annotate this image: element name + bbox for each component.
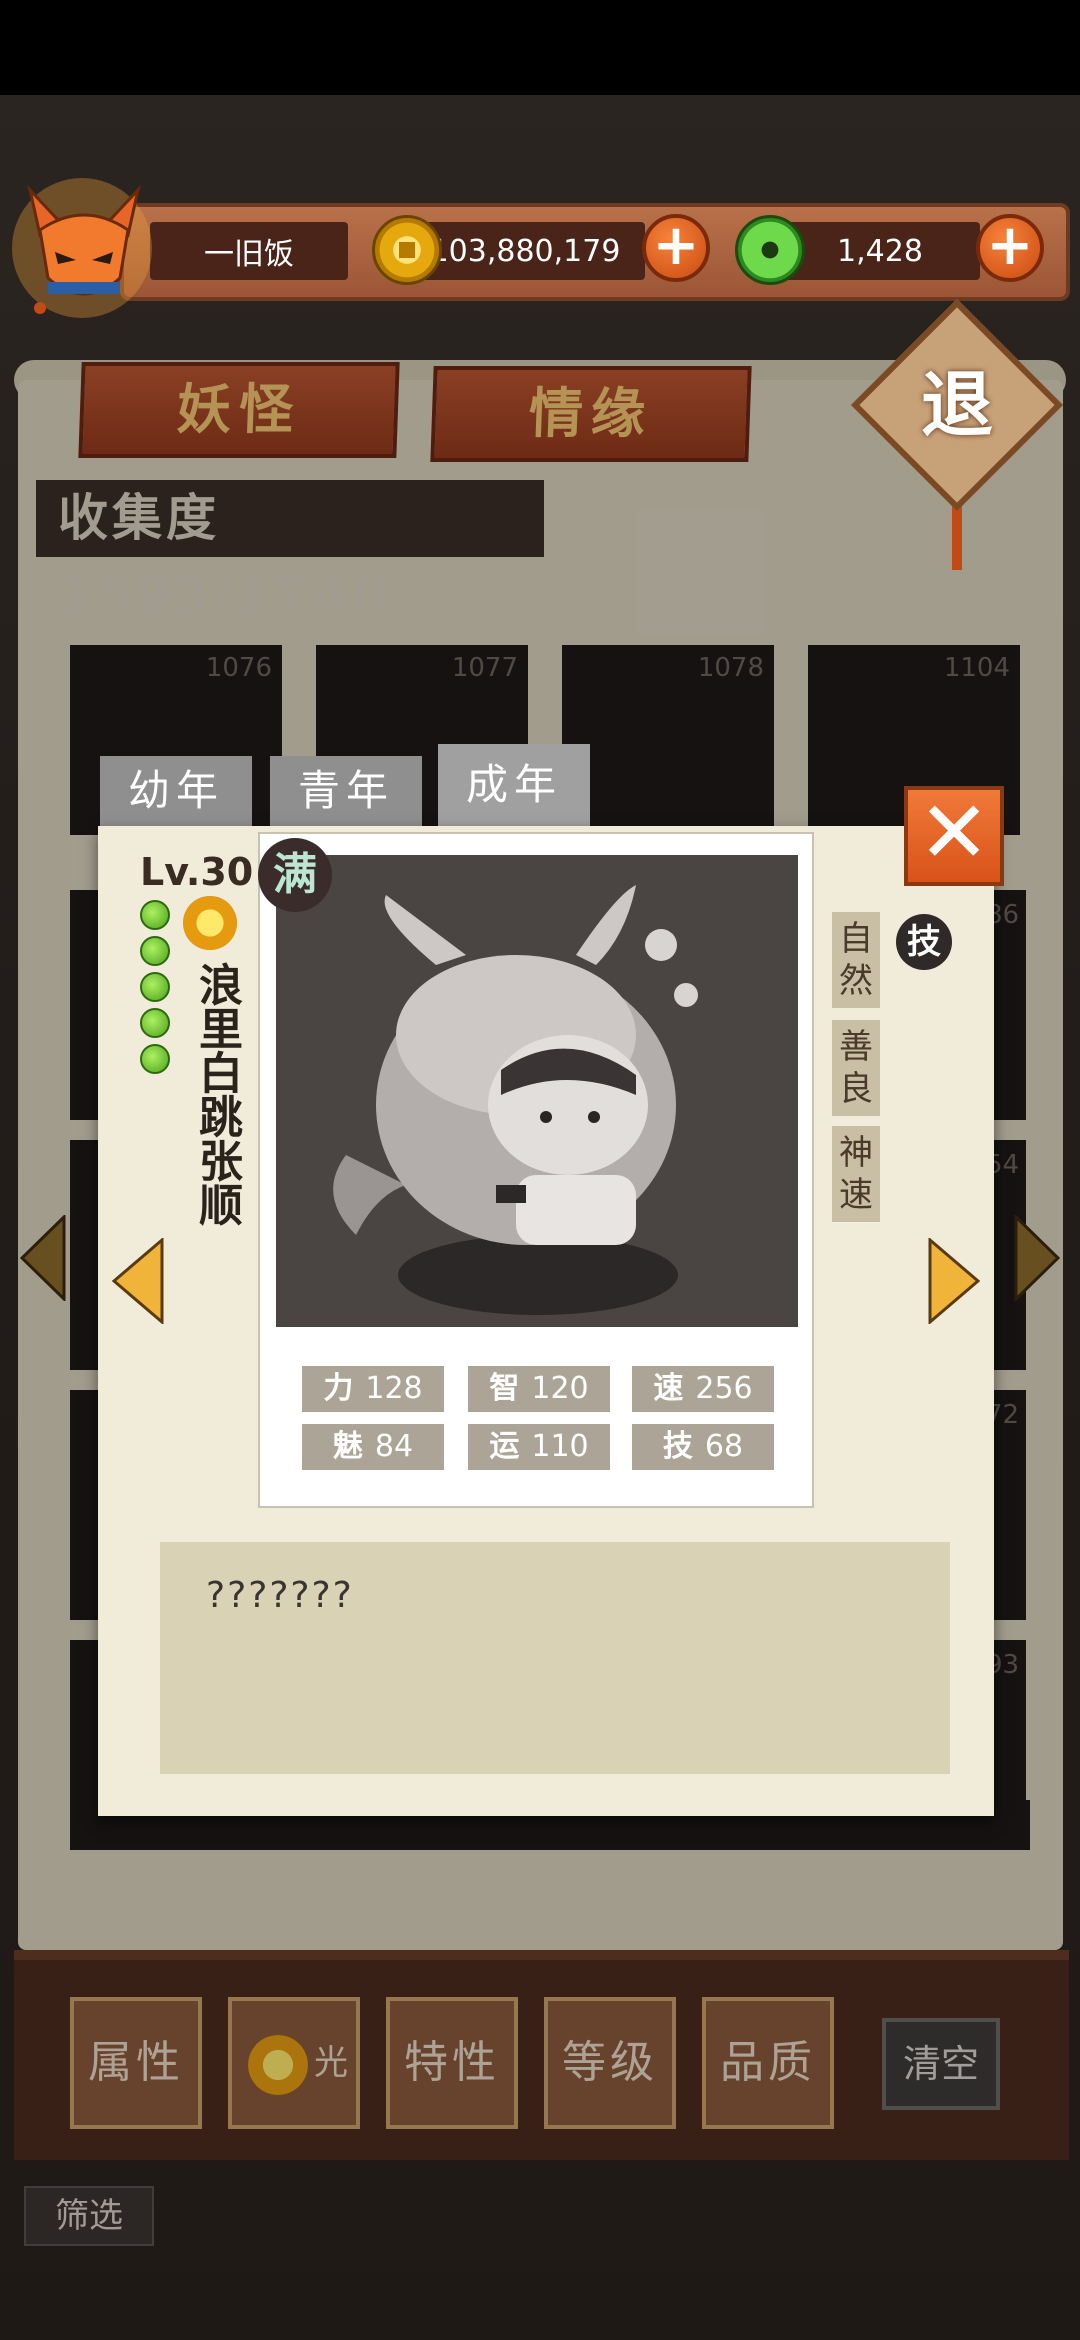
stat-value: 256 (695, 1371, 753, 1406)
stat-luck: 运 110 (468, 1424, 610, 1470)
coin-icon (372, 215, 442, 285)
monster-description: ??????? (206, 1575, 354, 1616)
stat-key: 魅 (332, 1429, 363, 1464)
skill-badge[interactable]: 技 (896, 914, 952, 970)
stat-value: 110 (531, 1429, 589, 1464)
monster-level: Lv.30 (140, 850, 254, 894)
stat-value: 68 (704, 1429, 744, 1464)
stat-speed: 速 256 (632, 1366, 774, 1412)
player-name: 一旧饭 (150, 222, 348, 280)
prev-monster-arrow-icon[interactable] (112, 1238, 164, 1324)
tab-adult[interactable]: 成年 (438, 744, 590, 826)
stat-value: 128 (365, 1371, 423, 1406)
stat-value: 120 (531, 1371, 589, 1406)
next-monster-arrow-icon[interactable] (928, 1238, 980, 1324)
stat-key: 运 (489, 1429, 520, 1464)
gourd-icon (140, 900, 170, 930)
monster-name: 浪里白跳张顺 (191, 962, 242, 1226)
fox-mask-avatar-icon[interactable] (10, 160, 160, 330)
gourd-icon (140, 1044, 170, 1074)
monster-portrait-image (276, 855, 798, 1327)
gourd-icon (140, 972, 170, 1002)
exit-button[interactable]: 退 (882, 330, 1032, 480)
add-coins-button[interactable]: + (642, 214, 710, 282)
status-bar (0, 0, 1080, 95)
stat-key: 力 (323, 1371, 354, 1406)
stat-key: 智 (489, 1371, 520, 1406)
tab-young[interactable]: 幼年 (100, 756, 252, 826)
gourd-icon (140, 1008, 170, 1038)
gourd-icon (140, 936, 170, 966)
light-element-icon (183, 896, 237, 950)
add-jade-button[interactable]: + (976, 214, 1044, 282)
stat-intelligence: 智 120 (468, 1366, 610, 1412)
jade-count: 1,428 (780, 222, 980, 280)
jade-icon (735, 215, 805, 285)
trait-tag[interactable]: 神速 (832, 1126, 880, 1222)
stat-charm: 魅 84 (302, 1424, 444, 1470)
stat-key: 速 (653, 1371, 684, 1406)
stat-strength: 力 128 (302, 1366, 444, 1412)
max-level-badge: 满 (258, 838, 332, 912)
trait-tag[interactable]: 善良 (832, 1020, 880, 1116)
close-button[interactable]: ✕ (904, 786, 1004, 886)
stat-skill: 技 68 (632, 1424, 774, 1470)
trait-tag[interactable]: 自然 (832, 912, 880, 1008)
stat-value: 84 (374, 1429, 414, 1464)
tab-youth[interactable]: 青年 (270, 756, 422, 826)
stat-key: 技 (662, 1429, 693, 1464)
